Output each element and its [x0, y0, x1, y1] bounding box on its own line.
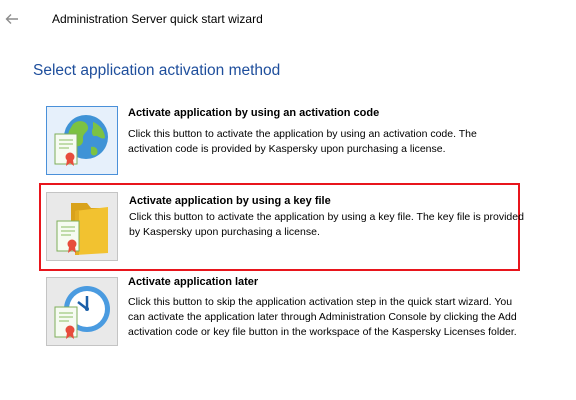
- page-heading: Select application activation method: [33, 62, 281, 79]
- option-title: Activate application by using a key file: [129, 195, 331, 207]
- option-description: Click this button to activate the applic…: [128, 128, 477, 155]
- title-bar: Administration Server quick start wizard: [0, 0, 576, 40]
- folder-certificate-icon: [56, 203, 108, 255]
- back-button[interactable]: [2, 9, 22, 29]
- activate-with-code-tile[interactable]: [46, 106, 118, 175]
- activate-later-tile[interactable]: [46, 277, 118, 346]
- activate-with-key-file-tile[interactable]: [46, 192, 118, 261]
- globe-certificate-icon: [54, 115, 108, 166]
- activate-later-option[interactable]: Activate application later Click this bu…: [39, 272, 520, 358]
- option-description: Click this button to skip the applicatio…: [128, 296, 517, 338]
- option-title: Activate application later: [128, 276, 259, 288]
- window-title: Administration Server quick start wizard: [52, 12, 263, 26]
- option-title: Activate application by using an activat…: [128, 107, 380, 119]
- activate-with-key-file-option[interactable]: Activate application by using a key file…: [39, 183, 524, 271]
- option-description: Click this button to activate the applic…: [129, 211, 524, 238]
- activate-with-code-option[interactable]: Activate application by using an activat…: [39, 101, 520, 179]
- clock-certificate-icon: [54, 286, 110, 339]
- arrow-left-icon: [5, 14, 18, 24]
